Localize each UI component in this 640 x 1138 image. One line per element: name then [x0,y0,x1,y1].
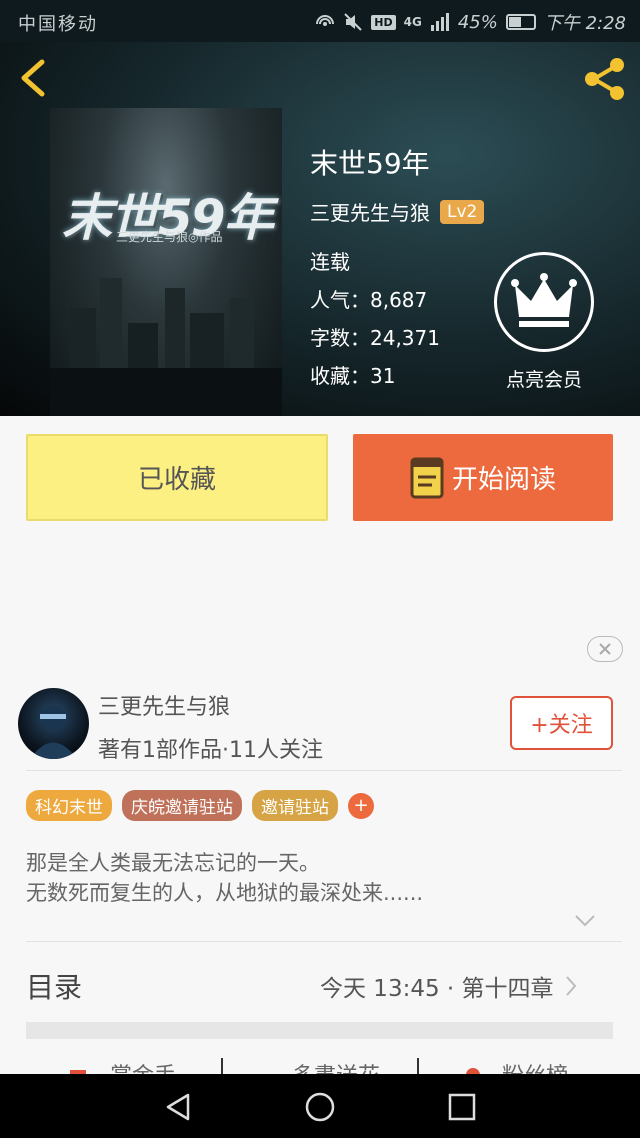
hd-badge: HD [371,14,396,30]
cover-subtitle: 三更先生与狼◎作品 [116,230,223,244]
serial-status: 连载 [310,250,350,274]
chevron-left-icon[interactable] [16,58,52,98]
book-description[interactable]: 那是全人类最无法忘记的一天。 无数死而复生的人，从地狱的最深处来...... [26,848,423,908]
tag-list: 科幻末世 庆皖邀请驻站 邀请驻站 + [26,790,374,821]
add-tag-button[interactable]: + [348,792,374,819]
system-nav-bar [0,1074,640,1138]
word-count: 字数：24,371 [310,326,440,350]
home-icon[interactable] [304,1091,336,1123]
book-icon [410,457,444,498]
recents-icon[interactable] [448,1093,476,1121]
share-icon[interactable] [582,56,628,102]
network-type: 4G [403,15,422,29]
close-icon [599,643,611,655]
avatar-figure [30,706,77,759]
mute-icon [344,13,362,31]
collected-label: 已收藏 [137,465,216,495]
author-line[interactable]: 三更先生与狼 Lv2 [310,197,485,226]
cover-skyline [50,278,282,416]
description-line: 那是全人类最无法忘记的一天。 [26,851,320,875]
divider [26,941,622,942]
divider [26,770,622,771]
status-icons: HD 4G 45% 下午 2:28 [315,9,626,35]
author-name[interactable]: 三更先生与狼 [310,197,430,226]
level-badge: Lv2 [440,199,485,224]
close-ad-button[interactable] [587,636,623,662]
collected-button[interactable]: 已收藏 [26,434,328,521]
follow-label: +关注 [530,713,593,738]
toc-title[interactable]: 目录 [26,966,82,1006]
book-cover[interactable]: 末世59年 三更先生与狼◎作品 [50,108,282,416]
signal-icon [430,13,449,31]
author-card-stats: 著有1部作品·11人关注 [98,738,323,763]
favorites-count: 收藏：31 [310,364,396,388]
status-bar: 中国移动 HD 4G 45% 下午 2:28 [0,0,640,42]
battery-icon [505,14,536,30]
author-avatar[interactable] [18,688,89,759]
chevron-down-icon[interactable] [574,914,596,928]
tag-item[interactable]: 科幻末世 [26,790,112,821]
section-separator [26,1022,613,1039]
vip-label[interactable]: 点亮会员 [494,365,594,392]
start-reading-label: 开始阅读 [451,465,556,495]
battery-percent: 45% [457,11,498,33]
book-title: 末世59年 [310,147,430,180]
author-card-name[interactable]: 三更先生与狼 [98,689,230,721]
clock: 下午 2:28 [543,13,626,34]
description-line: 无数死而复生的人，从地狱的最深处来...... [26,881,424,905]
book-header: 末世59年 三更先生与狼◎作品 末世59年 三更先生与狼 Lv2 连载 人气：8… [0,42,640,416]
latest-chapter-link[interactable]: 今天 13:45 · 第十四章 [320,969,578,1003]
popularity: 人气：8,687 [310,288,428,312]
start-reading-button[interactable]: 开始阅读 [353,434,613,521]
carrier-name: 中国移动 [18,14,98,35]
chevron-right-icon [565,976,576,996]
crown-icon [511,273,577,327]
follow-button[interactable]: +关注 [510,696,613,750]
latest-chapter-text: 今天 13:45 · 第十四章 [320,976,554,1002]
tag-item[interactable]: 邀请驻站 [252,790,338,821]
tag-item[interactable]: 庆皖邀请驻站 [122,790,242,821]
vip-button[interactable] [494,252,594,352]
hotspot-icon [316,15,335,26]
back-icon[interactable] [164,1092,192,1122]
